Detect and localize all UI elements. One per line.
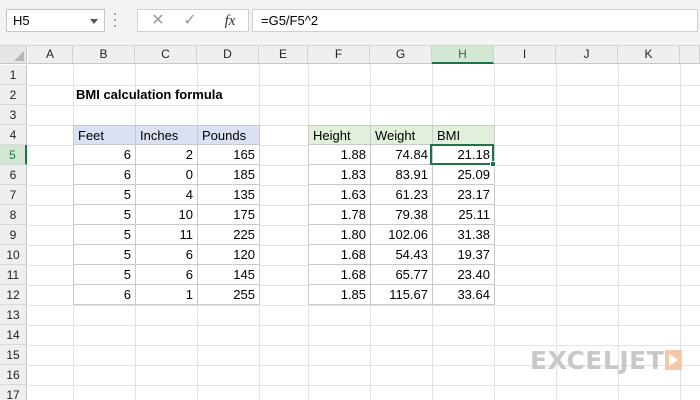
table-cell[interactable]: 23.40	[433, 265, 495, 285]
table-cell[interactable]: 185	[198, 165, 260, 185]
row-header[interactable]: 10	[0, 245, 27, 265]
formula-text: =G5/F5^2	[261, 13, 319, 28]
row-header[interactable]: 7	[0, 185, 27, 205]
table-cell[interactable]: 4	[136, 185, 198, 205]
table-cell[interactable]: 1.85	[308, 285, 371, 305]
row-header[interactable]: 15	[0, 345, 27, 365]
table-cell[interactable]: 6	[136, 265, 198, 285]
table-header-cell[interactable]: Inches	[136, 125, 198, 145]
row-header[interactable]: 6	[0, 165, 27, 185]
table-cell[interactable]: 5	[73, 205, 136, 225]
table-cell[interactable]: 6	[73, 285, 136, 305]
drag-handle-icon[interactable]	[113, 13, 117, 29]
column-header[interactable]: K	[618, 46, 680, 64]
name-box[interactable]: H5	[6, 9, 105, 32]
table-cell[interactable]: 255	[198, 285, 260, 305]
row-header[interactable]: 16	[0, 365, 27, 385]
column-header[interactable]: D	[197, 46, 259, 64]
cancel-icon[interactable]: ✕	[144, 11, 172, 31]
table-header-cell[interactable]: Weight	[371, 125, 433, 145]
table-cell[interactable]: 6	[73, 145, 136, 165]
table-cell[interactable]: 79.38	[371, 205, 433, 225]
column-header[interactable]: B	[73, 46, 135, 64]
table-cell[interactable]: 5	[73, 245, 136, 265]
table-cell[interactable]: 135	[198, 185, 260, 205]
column-header[interactable]: I	[494, 46, 556, 64]
exceljet-logo-icon	[665, 350, 682, 370]
table-cell[interactable]: 5	[73, 265, 136, 285]
table-cell[interactable]: 6	[73, 165, 136, 185]
table-cell[interactable]: 0	[136, 165, 198, 185]
table-cell[interactable]: 1.68	[308, 245, 371, 265]
select-all-corner[interactable]	[0, 46, 27, 64]
row-header-active[interactable]: 5	[0, 145, 27, 165]
chevron-down-icon[interactable]	[90, 19, 98, 24]
row-header[interactable]: 3	[0, 105, 27, 125]
table-cell[interactable]: 1.88	[308, 145, 371, 165]
sheet-title[interactable]: BMI calculation formula	[76, 87, 223, 102]
table-cell[interactable]: 25.09	[433, 165, 495, 185]
table-cell[interactable]: 11	[136, 225, 198, 245]
table-cell[interactable]: 2	[136, 145, 198, 165]
row-header[interactable]: 12	[0, 285, 27, 305]
table-cell[interactable]: 74.84	[371, 145, 433, 165]
table-cell[interactable]: 102.06	[371, 225, 433, 245]
table-cell[interactable]: 25.11	[433, 205, 495, 225]
column-header[interactable]: F	[308, 46, 370, 64]
table-cell[interactable]: 175	[198, 205, 260, 225]
table-cell[interactable]: 33.64	[433, 285, 495, 305]
table-cell[interactable]: 5	[73, 225, 136, 245]
row-header[interactable]: 8	[0, 205, 27, 225]
table-header-cell[interactable]: Feet	[73, 125, 136, 145]
formula-bar: H5 ✕ ✓ fx =G5/F5^2	[0, 0, 700, 46]
table-cell[interactable]: 23.17	[433, 185, 495, 205]
table-cell[interactable]: 1.83	[308, 165, 371, 185]
insert-function-icon[interactable]: fx	[216, 11, 244, 31]
table-cell[interactable]: 1.78	[308, 205, 371, 225]
column-header-active[interactable]: H	[432, 46, 494, 64]
row-header[interactable]: 13	[0, 305, 27, 325]
column-header[interactable]	[680, 46, 700, 64]
row-header[interactable]: 1	[0, 65, 27, 85]
table-cell[interactable]: 19.37	[433, 245, 495, 265]
fill-handle[interactable]	[490, 161, 496, 167]
table-header-cell[interactable]: Pounds	[198, 125, 260, 145]
column-header[interactable]: J	[556, 46, 618, 64]
table-cell[interactable]: 225	[198, 225, 260, 245]
enter-icon[interactable]: ✓	[176, 11, 204, 31]
table-cell[interactable]: 115.67	[371, 285, 433, 305]
column-header[interactable]: E	[259, 46, 308, 64]
column-header[interactable]: G	[370, 46, 432, 64]
row-header[interactable]: 2	[0, 85, 27, 105]
table-cell[interactable]: 10	[136, 205, 198, 225]
formula-input[interactable]: =G5/F5^2	[252, 9, 698, 32]
active-cell-selection[interactable]	[430, 144, 496, 167]
row-header[interactable]: 9	[0, 225, 27, 245]
name-box-value: H5	[13, 13, 30, 28]
table-cell[interactable]: 1.63	[308, 185, 371, 205]
table-cell[interactable]: 83.91	[371, 165, 433, 185]
table-cell[interactable]: 54.43	[371, 245, 433, 265]
row-header[interactable]: 11	[0, 265, 27, 285]
row-header[interactable]: 4	[0, 125, 27, 145]
row-header[interactable]: 17	[0, 385, 27, 400]
table-cell[interactable]: 31.38	[433, 225, 495, 245]
table-cell[interactable]: 5	[73, 185, 136, 205]
table-header-cell[interactable]: Height	[308, 125, 371, 145]
formula-buttons: ✕ ✓ fx	[137, 9, 249, 32]
table-cell[interactable]: 6	[136, 245, 198, 265]
table-cell[interactable]: 1	[136, 285, 198, 305]
column-header[interactable]: A	[28, 46, 73, 64]
table-header-cell[interactable]: BMI	[433, 125, 495, 145]
table-cell[interactable]: 61.23	[371, 185, 433, 205]
column-header[interactable]: C	[135, 46, 197, 64]
table-cell[interactable]: 1.68	[308, 265, 371, 285]
table-cell[interactable]: 145	[198, 265, 260, 285]
table-cell[interactable]: 65.77	[371, 265, 433, 285]
exceljet-logo: EXCELJET	[530, 346, 665, 375]
table-cell[interactable]: 1.80	[308, 225, 371, 245]
table-cell[interactable]: 120	[198, 245, 260, 265]
row-header[interactable]: 14	[0, 325, 27, 345]
table-cell[interactable]: 165	[198, 145, 260, 165]
